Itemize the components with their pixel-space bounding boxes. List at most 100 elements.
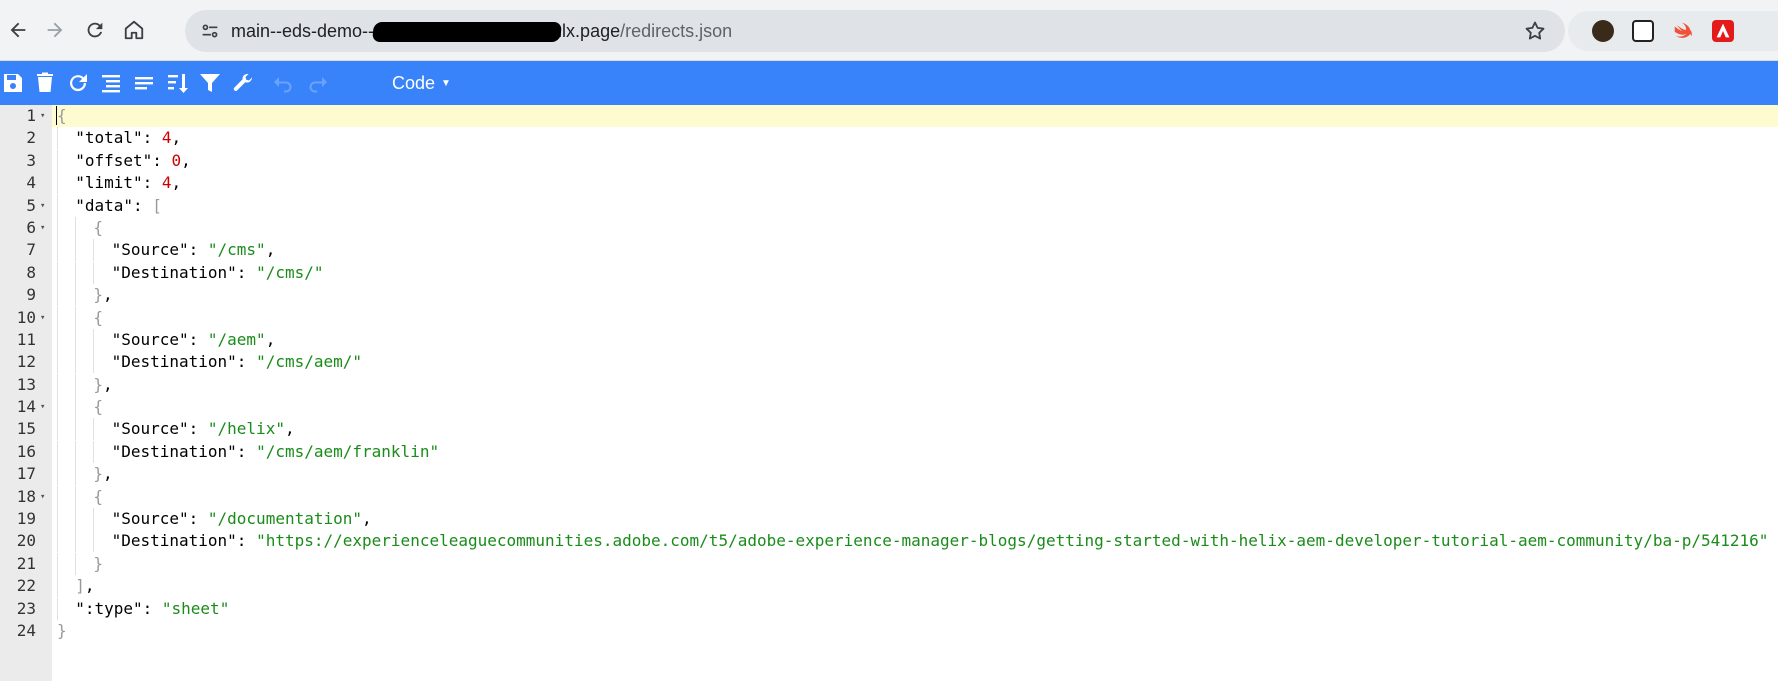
code-text: "Source": "/helix", [57, 418, 295, 441]
repair-button[interactable] [65, 70, 91, 96]
code-line: 8 "Destination": "/cms/" [0, 261, 1778, 284]
code-line: 16 "Destination": "/cms/aem/franklin" [0, 440, 1778, 463]
fold-toggle-icon[interactable]: ▾ [40, 307, 45, 329]
format-button[interactable] [98, 70, 124, 96]
json-punct: : [132, 195, 153, 215]
code-text: { [57, 396, 104, 419]
indent-guide [93, 508, 111, 531]
line-number: 9 [26, 285, 36, 305]
code-line: 3 "offset": 0, [0, 149, 1778, 172]
json-string: "/cms/aem/" [256, 352, 363, 372]
json-punct: { [93, 397, 104, 417]
forward-button[interactable] [40, 15, 70, 45]
mode-selector[interactable]: Code ▼ [392, 61, 451, 105]
line-number: 2 [26, 128, 36, 148]
undo-icon [274, 77, 292, 93]
json-code-editor[interactable]: 1 ▾{2 "total": 4, 3 "offset": 0, 4 "limit": 4,… [0, 105, 1778, 642]
indent-guide [57, 396, 75, 419]
delete-button[interactable] [32, 70, 58, 96]
qr-code-icon[interactable] [1632, 20, 1654, 42]
indent-guide [57, 552, 75, 575]
url-host: main--eds-demo-- [231, 21, 375, 41]
indent-guide [75, 373, 93, 396]
json-punct: : [152, 150, 172, 170]
json-punct: : [142, 598, 162, 618]
line-number: 10 [16, 307, 36, 327]
save-button[interactable] [0, 70, 26, 96]
fold-toggle-icon[interactable]: ▾ [40, 195, 45, 217]
address-bar[interactable]: main--eds-demo-- hlx.page/redirects.json [185, 10, 1565, 52]
json-key: "data" [75, 195, 133, 215]
code-text: "Source": "/aem", [57, 328, 275, 351]
indent-guide [57, 418, 75, 441]
indent-guide [75, 485, 93, 508]
reload-button[interactable] [80, 15, 110, 45]
json-punct: { [93, 486, 104, 506]
indent-guide [57, 172, 75, 195]
bookmark-star-icon[interactable] [1523, 19, 1547, 43]
back-button[interactable] [3, 15, 33, 45]
json-punct: { [56, 106, 67, 125]
swift-icon[interactable] [1672, 20, 1694, 42]
compact-button[interactable] [131, 70, 157, 96]
arrow-left-icon [10, 22, 26, 38]
code-text: "Destination": "/cms/aem/" [57, 351, 363, 374]
json-punct: , [265, 240, 276, 260]
code-text: }, [57, 373, 113, 396]
site-info-icon[interactable] [198, 19, 222, 43]
code-line: 13}, [0, 373, 1778, 396]
fold-toggle-icon[interactable]: ▾ [40, 486, 45, 508]
redo-button[interactable] [305, 70, 331, 96]
extension-avatar-icon[interactable] [1592, 20, 1614, 42]
json-punct: [ [152, 195, 162, 215]
line-number: 13 [16, 374, 36, 394]
line-number: 6 [26, 217, 36, 237]
json-key: "Destination" [111, 262, 237, 282]
indent-guide [93, 351, 111, 374]
json-punct: { [93, 217, 104, 237]
fold-toggle-icon[interactable]: ▾ [40, 396, 45, 418]
indent-guide [57, 239, 75, 262]
json-number: 4 [161, 173, 172, 193]
json-punct: , [181, 150, 191, 170]
line-number: 5 [26, 195, 36, 215]
browser-chrome: main--eds-demo-- hlx.page/redirects.json [0, 0, 1778, 61]
home-button[interactable] [119, 15, 149, 45]
indent-guide [75, 216, 93, 239]
code-text: }, [57, 463, 113, 486]
indent-guide [57, 373, 75, 396]
json-string: "/aem" [207, 329, 266, 349]
indent-guide [93, 261, 111, 284]
indent-guide [57, 351, 75, 374]
json-punct: : [236, 262, 257, 282]
indent-guide [75, 396, 93, 419]
indent-guide [57, 127, 75, 150]
transform-button[interactable] [230, 70, 256, 96]
url-host-suffix: hlx.page [552, 21, 621, 41]
url-path: /redirects.json [620, 21, 733, 41]
fold-toggle-icon[interactable]: ▾ [40, 217, 45, 239]
json-punct: : [188, 419, 208, 439]
undo-button[interactable] [270, 70, 296, 96]
json-punct: { [93, 307, 104, 327]
indent-guide [57, 216, 75, 239]
json-punct: , [84, 576, 95, 596]
code-text: "Destination": "/cms/aem/franklin" [57, 440, 439, 463]
code-text: } [57, 552, 103, 575]
indent-guide [75, 508, 93, 531]
filter-button[interactable] [197, 70, 223, 96]
code-line: 15 "Source": "/helix", [0, 418, 1778, 441]
editor-toolbar: Code ▼ [0, 61, 1778, 106]
fold-toggle-icon[interactable]: ▾ [40, 105, 45, 127]
sort-button[interactable] [164, 70, 190, 96]
json-string: "/documentation" [207, 509, 363, 529]
code-line: 14 ▾ { [0, 396, 1778, 419]
indent-guide [93, 440, 111, 463]
code-text: { [56, 105, 67, 127]
extensions-bar [1568, 11, 1778, 51]
code-text: "total": 4, [57, 127, 181, 150]
adobe-icon[interactable] [1712, 20, 1734, 42]
code-text: "limit": 4, [57, 172, 181, 195]
code-line: 5 ▾ "data": [ [0, 194, 1778, 217]
indent-guide [75, 306, 93, 329]
